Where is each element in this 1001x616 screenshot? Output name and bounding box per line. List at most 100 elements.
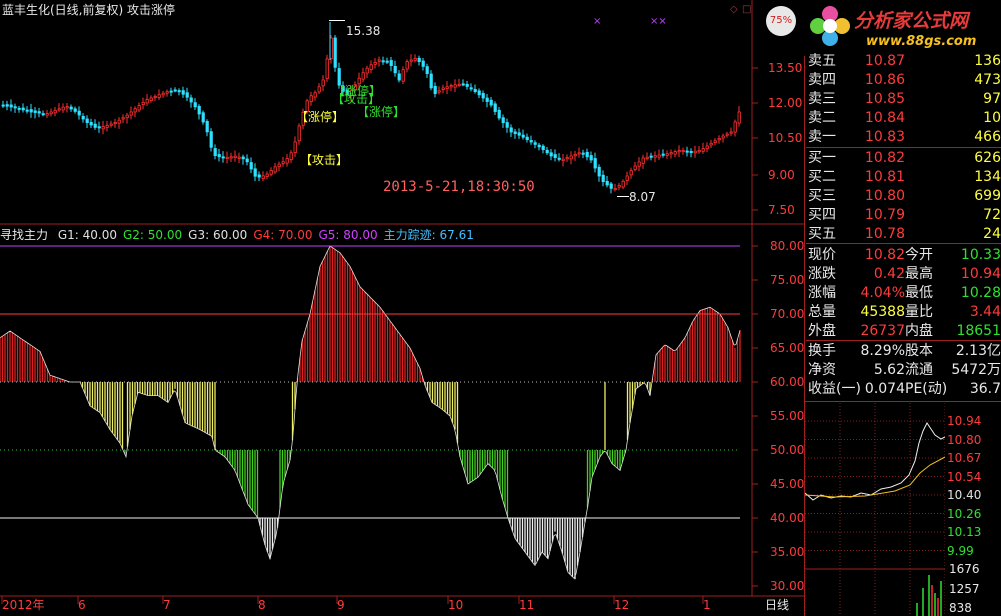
stat-row: 涨幅 4.04% 最低 10.28: [806, 284, 1001, 302]
candle-body: [645, 156, 649, 159]
quote-price: 10.78: [864, 226, 905, 242]
candle-body: [281, 161, 285, 164]
candle-body: [33, 110, 37, 113]
quote-row: 买三 10.80 699: [806, 187, 1001, 205]
candle-body: [705, 145, 709, 149]
candle-body: [153, 96, 157, 99]
candle-body: [37, 111, 41, 114]
candle-body: [657, 154, 661, 158]
candle-body: [549, 152, 553, 157]
candle-body: [545, 149, 549, 154]
candle-body: [601, 174, 605, 183]
candle-body: [453, 84, 457, 88]
quote-price: 10.83: [864, 129, 905, 145]
stat-value: 45388: [860, 304, 905, 320]
candle-body: [121, 117, 125, 120]
quote-label: 卖一: [808, 129, 836, 145]
candle-body: [197, 105, 201, 115]
candle-body: [457, 84, 461, 87]
candle-body: [497, 109, 501, 119]
legend-item: G3: 60.00: [188, 228, 248, 242]
candle-body: [573, 153, 577, 157]
candle-body: [157, 94, 161, 98]
x-tick-label: 11: [519, 598, 535, 612]
candle-body: [389, 60, 393, 67]
y-tick-label: 9.00: [768, 168, 795, 182]
signal-label: 攻击: [344, 92, 369, 106]
candle-body: [673, 151, 677, 155]
y-tick-label: 75.00: [770, 273, 805, 287]
quote-label: 买四: [808, 207, 836, 223]
candle-body: [425, 66, 429, 74]
candle-body: [665, 153, 669, 156]
stat-label: 总量: [808, 304, 836, 320]
stat-label: 涨幅: [808, 285, 836, 301]
timestamp: 2013-5-21,18:30:50: [383, 179, 535, 195]
candle-body: [41, 113, 45, 116]
candle-body: [481, 93, 485, 99]
price-tick: 10.54: [947, 469, 982, 484]
quote-label: 买二: [808, 169, 836, 185]
candle-body: [681, 149, 685, 152]
quote-price: 10.79: [864, 207, 905, 223]
legend-item: G5: 80.00: [318, 228, 378, 242]
stat-value: 2.13亿: [955, 343, 1001, 359]
candle-body: [169, 90, 173, 93]
candle-body: [193, 102, 197, 108]
quote-volume: 10: [983, 110, 1001, 126]
candle-body: [381, 60, 385, 63]
candle-body: [597, 166, 601, 177]
quote-row: 卖四 10.86 473: [806, 71, 1001, 89]
stat-row: 外盘 26737 内盘 18651: [806, 322, 1001, 340]
candle-body: [469, 87, 473, 90]
candle-body: [485, 97, 489, 102]
candle-body: [257, 174, 261, 178]
quote-volume: 699: [974, 188, 1001, 204]
candle-body: [213, 148, 217, 156]
candle-body: [337, 68, 341, 86]
legend-item: G2: 50.00: [123, 228, 183, 242]
candle-body: [113, 122, 117, 125]
candle-body: [201, 112, 205, 123]
logo-url: www.88gs.com: [866, 34, 977, 49]
legend-item: G4: 70.00: [253, 228, 313, 242]
low-label: 8.07: [629, 190, 656, 204]
quote-price: 10.86: [864, 72, 905, 88]
candle-body: [109, 123, 113, 126]
candle-body: [565, 157, 569, 160]
quote-price: 10.85: [864, 91, 905, 107]
y-tick-label: 45.00: [770, 477, 805, 491]
y-tick-label: 7.50: [768, 203, 795, 217]
candle-body: [393, 65, 397, 74]
candle-body: [617, 185, 621, 188]
x-tick-label: 7: [163, 598, 171, 612]
candle-body: [577, 152, 581, 155]
quote-label: 买三: [808, 188, 836, 204]
y-tick-label: 40.00: [770, 511, 805, 525]
candle-body: [161, 92, 165, 96]
quote-label: 卖五: [808, 53, 836, 69]
stat-row: 现价 10.82 今开 10.33: [806, 246, 1001, 264]
candle-body: [553, 154, 557, 159]
price-tick: 10.26: [947, 506, 982, 521]
candle-body: [513, 131, 517, 134]
quote-price: 10.81: [864, 169, 905, 185]
candle-body: [697, 149, 701, 153]
stat-label: 内盘: [905, 323, 933, 339]
candle-body: [289, 152, 293, 160]
candle-body: [409, 59, 413, 62]
candle-body: [53, 110, 57, 114]
candle-body: [249, 162, 253, 170]
candle-body: [57, 108, 61, 111]
volume-tick: 1257: [949, 581, 980, 596]
candle-body: [385, 60, 389, 63]
divider: [805, 401, 1001, 402]
quote-row: 买五 10.78 24: [806, 225, 1001, 243]
candle-body: [309, 95, 313, 102]
candle-body: [693, 150, 697, 154]
period-label[interactable]: 日线: [765, 598, 789, 612]
candle-body: [449, 85, 453, 88]
candle-body: [269, 170, 273, 175]
candle-body: [585, 151, 589, 158]
candle-body: [253, 168, 257, 177]
